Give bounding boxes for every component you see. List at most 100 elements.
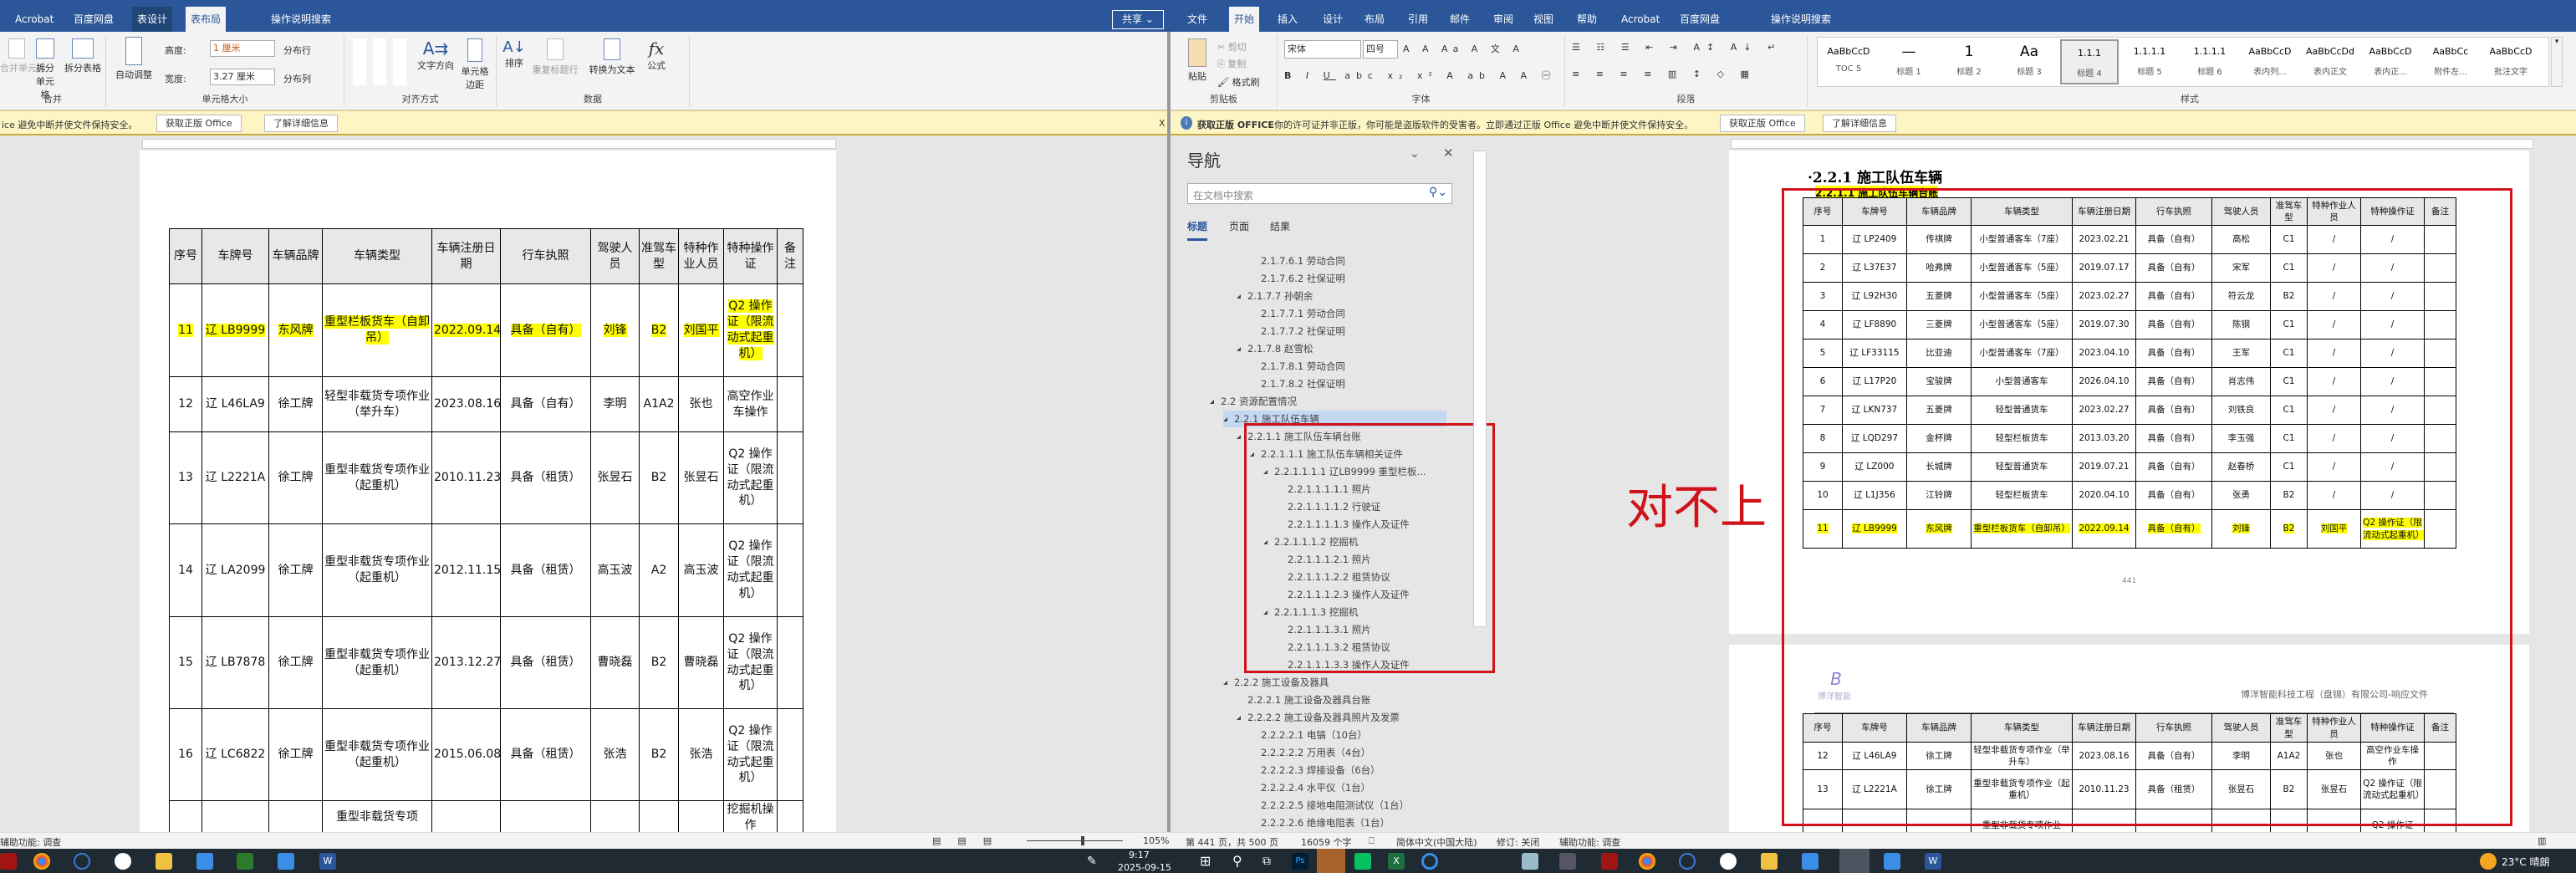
style-item[interactable]: 1.1.1.1 标题 6: [2181, 39, 2239, 84]
chrome2-taskbar-icon[interactable]: [1639, 853, 1655, 870]
font-name-select[interactable]: 宋体: [1284, 40, 1361, 59]
table-cell[interactable]: A1A2: [639, 376, 679, 432]
table-cell[interactable]: [777, 431, 803, 524]
expand-triangle-icon[interactable]: [1223, 417, 1227, 421]
style-item[interactable]: AaBbCcD 表内正...: [2361, 39, 2420, 84]
table-cell[interactable]: B2: [639, 431, 679, 524]
close-bar-button[interactable]: X: [1159, 118, 1166, 129]
nav-search-input[interactable]: 在文档中搜索 ⚲⌄: [1187, 183, 1452, 204]
table-cell[interactable]: 具备（租赁）: [500, 523, 591, 617]
table-cell[interactable]: [431, 800, 501, 835]
tab-5[interactable]: 引用: [1403, 7, 1433, 32]
tab-0[interactable]: Acrobat: [10, 7, 59, 32]
notes-taskbar-icon[interactable]: [1522, 853, 1538, 870]
app-green2-taskbar-icon[interactable]: [1839, 849, 1870, 873]
table-cell[interactable]: Q2 操作证（限流动式起重机）: [723, 708, 778, 801]
paste-button[interactable]: 粘贴: [1181, 38, 1214, 83]
tab-1[interactable]: 开始: [1229, 7, 1260, 32]
table-cell[interactable]: 2015.06.08: [431, 708, 501, 801]
expand-triangle-icon[interactable]: [1210, 400, 1214, 404]
nav-heading-item[interactable]: 2.2.2.2.6 绝缘电阻表（1台）: [1250, 814, 1390, 831]
acrobat-taskbar-icon[interactable]: [0, 853, 17, 870]
table-cell[interactable]: 2010.11.23: [431, 431, 501, 524]
table-cell[interactable]: 轻型非载货专项作业（举升车）: [322, 376, 432, 432]
table-cell[interactable]: [678, 800, 724, 835]
nav-heading-item[interactable]: 2.2 资源配置情况: [1210, 393, 1297, 410]
app-upload-taskbar-icon[interactable]: [278, 853, 294, 870]
nav-heading-item[interactable]: 2.1.7.7.1 劳动合同: [1250, 305, 1345, 322]
xin-taskbar-icon[interactable]: [74, 853, 90, 870]
width-input[interactable]: 3.27 厘米: [210, 69, 275, 85]
expand-triangle-icon[interactable]: [1237, 347, 1241, 351]
nav-heading-item[interactable]: 2.2.2.2 施工设备及器具照片及发票: [1237, 709, 1400, 726]
app-circle-taskbar-icon[interactable]: [1421, 853, 1438, 870]
table-cell[interactable]: B2: [639, 616, 679, 709]
tab-7[interactable]: 审阅: [1488, 7, 1518, 32]
table-cell[interactable]: [169, 800, 202, 835]
distribute-rows-button[interactable]: 分布行: [283, 43, 311, 57]
table-cell[interactable]: A2: [639, 523, 679, 617]
table-cell[interactable]: 徐工牌: [268, 616, 323, 709]
share-button[interactable]: 共享 ⌄: [1112, 10, 1164, 29]
app76-2-taskbar-icon[interactable]: [1720, 853, 1737, 870]
table-cell[interactable]: 重型非载货专项作业（起重机）: [322, 616, 432, 709]
wechat-taskbar-icon[interactable]: [1354, 853, 1371, 870]
nav-tab-pages[interactable]: 页面: [1229, 219, 1249, 233]
table-cell[interactable]: 挖掘机操作: [723, 800, 778, 835]
nav-close-icon[interactable]: ✕: [1443, 146, 1454, 161]
table-cell[interactable]: 2012.11.15: [431, 523, 501, 617]
zoom-slider[interactable]: [1027, 840, 1123, 841]
table-cell[interactable]: [201, 800, 269, 835]
split-table-button[interactable]: 拆分表格: [62, 38, 104, 74]
table-cell[interactable]: 重型非载货专项: [322, 800, 432, 835]
word2-taskbar-icon[interactable]: W: [1925, 853, 1941, 870]
table-cell[interactable]: 具备（自有）: [500, 283, 591, 377]
view-mode-icons[interactable]: ▤▤▤: [932, 835, 1008, 846]
table-cell[interactable]: 重型非载货专项作业（起重机）: [322, 523, 432, 617]
table-cell[interactable]: 16: [169, 708, 202, 801]
tab-8[interactable]: 视图: [1528, 7, 1558, 32]
autofit-button[interactable]: 自动调整: [113, 37, 155, 81]
table-cell[interactable]: 曹晓磊: [590, 616, 640, 709]
app76-taskbar-icon[interactable]: [115, 853, 131, 870]
table-cell[interactable]: [777, 376, 803, 432]
clock-time[interactable]: 9:17: [1129, 850, 1150, 860]
pen-icon[interactable]: ✎: [1087, 855, 1097, 868]
tab-12[interactable]: 操作说明搜索: [1766, 7, 1836, 32]
table-cell[interactable]: 2022.09.14: [431, 283, 501, 377]
style-item[interactable]: — 标题 1: [1880, 39, 1938, 84]
acrobat2-taskbar-icon[interactable]: [1601, 853, 1618, 870]
table-cell[interactable]: [777, 283, 803, 377]
table-cell[interactable]: 张浩: [590, 708, 640, 801]
nav-heading-item[interactable]: 2.1.7.8.1 劳动合同: [1250, 358, 1345, 375]
nav-heading-item[interactable]: 2.1.7.7 孙朝余: [1237, 288, 1313, 304]
tab-4[interactable]: 操作说明搜索: [266, 7, 336, 32]
tab-9[interactable]: 帮助: [1572, 7, 1602, 32]
distribute-cols-button[interactable]: 分布列: [283, 72, 311, 85]
table-cell[interactable]: 徐工牌: [268, 523, 323, 617]
format-painter-button[interactable]: 🖌 格式刷: [1217, 75, 1259, 89]
excel-taskbar-icon[interactable]: X: [1388, 853, 1405, 870]
table-cell[interactable]: 12: [169, 376, 202, 432]
track-changes-status[interactable]: 修订: 关闭: [1497, 835, 1539, 849]
nav-heading-item[interactable]: 2.1.7.7.2 社保证明: [1250, 323, 1345, 340]
text-direction-button[interactable]: A⇉ 文字方向: [415, 38, 457, 72]
table-cell[interactable]: 张也: [678, 376, 724, 432]
nav-heading-item[interactable]: 2.2.2.2.3 焊接设备（6台）: [1250, 762, 1380, 779]
xin2-taskbar-icon[interactable]: [1679, 853, 1696, 870]
nav-tab-results[interactable]: 结果: [1270, 219, 1290, 233]
table-cell[interactable]: 具备（租赁）: [500, 431, 591, 524]
expand-triangle-icon[interactable]: [1237, 435, 1241, 439]
table-cell[interactable]: 具备（租赁）: [500, 708, 591, 801]
get-office-button[interactable]: 获取正版 Office: [1720, 115, 1805, 132]
table-cell[interactable]: 14: [169, 523, 202, 617]
table-cell[interactable]: 高玉波: [590, 523, 640, 617]
sort-button[interactable]: A↓ 排序: [502, 38, 527, 69]
table-cell[interactable]: 2013.12.27: [431, 616, 501, 709]
task-view-icon[interactable]: ⧉: [1262, 853, 1279, 870]
table-cell[interactable]: 徐工牌: [268, 376, 323, 432]
table-cell[interactable]: 东风牌: [268, 283, 323, 377]
search-taskbar-icon[interactable]: ⚲: [1232, 853, 1249, 870]
table-cell[interactable]: 15: [169, 616, 202, 709]
table-cell[interactable]: 张昱石: [678, 431, 724, 524]
